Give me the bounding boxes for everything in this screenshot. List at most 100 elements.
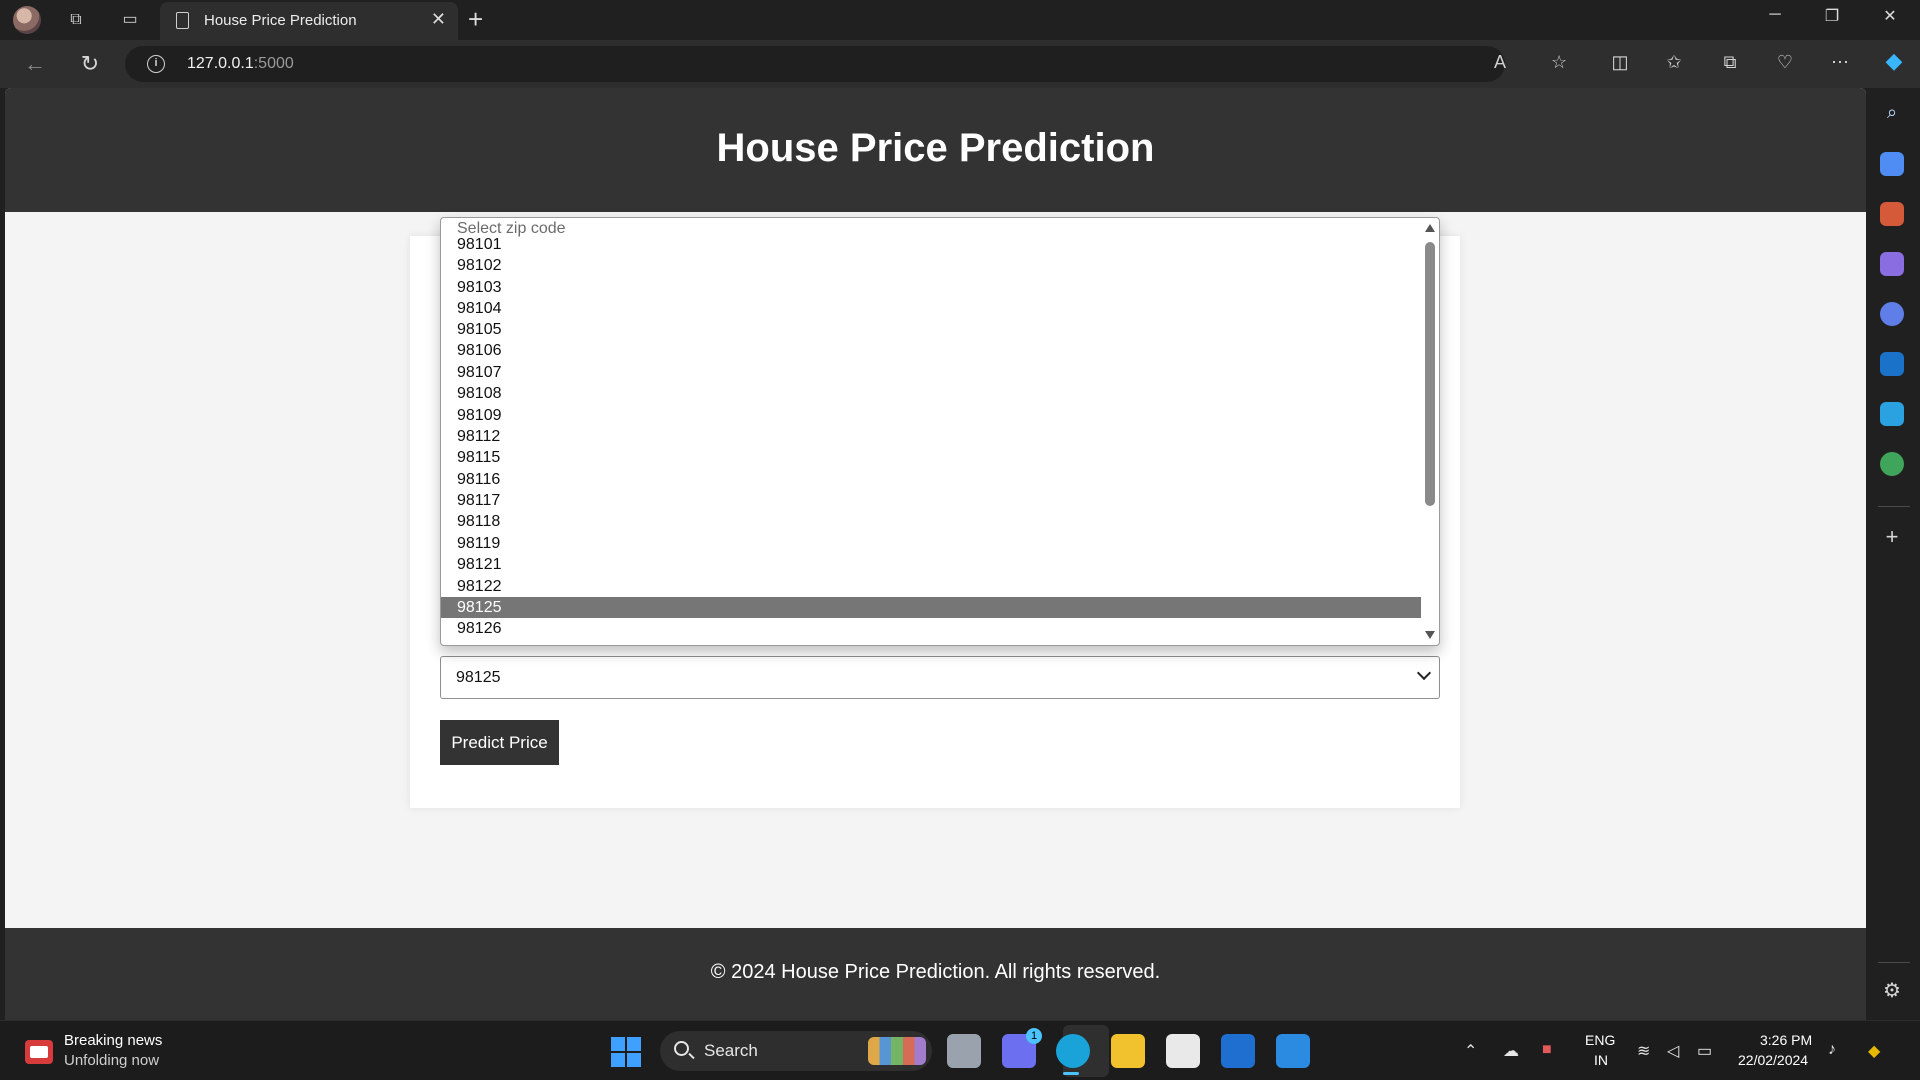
volume-icon[interactable]: ◁ xyxy=(1667,1041,1679,1061)
tree-icon[interactable] xyxy=(1880,452,1904,476)
browser-title-bar: ⧉ ▭ House Price Prediction ✕ + ─ ❐ ✕ xyxy=(0,0,1920,40)
search-icon[interactable]: ⌕ xyxy=(1880,102,1904,126)
address-url: 127.0.0.1:5000 xyxy=(187,55,294,72)
tab-close-icon[interactable]: ✕ xyxy=(431,9,446,30)
favorite-star-icon[interactable]: ☆ xyxy=(1551,52,1567,73)
news-widget-icon[interactable] xyxy=(25,1040,53,1064)
zip-option[interactable]: 98101 xyxy=(441,234,1421,255)
collections-icon[interactable]: ⧉ xyxy=(1716,52,1744,73)
games-icon[interactable] xyxy=(1880,252,1904,276)
chevron-down-icon xyxy=(1416,665,1432,681)
zip-option[interactable]: 98107 xyxy=(441,362,1421,383)
outlook-icon[interactable] xyxy=(1880,352,1904,376)
zip-option[interactable]: 98112 xyxy=(441,426,1421,447)
minimize-button[interactable]: ─ xyxy=(1755,6,1795,24)
tab-house-price-prediction[interactable]: House Price Prediction ✕ xyxy=(160,2,458,40)
zip-option[interactable]: 98116 xyxy=(441,469,1421,490)
sidebar-divider-bottom xyxy=(1878,962,1910,963)
search-highlight-illustration xyxy=(868,1037,926,1065)
myhp-icon[interactable] xyxy=(1221,1034,1255,1068)
zip-option[interactable]: 98109 xyxy=(441,405,1421,426)
app-tray-icon[interactable]: ■ xyxy=(1542,1041,1552,1059)
new-tab-button[interactable]: + xyxy=(468,4,483,35)
site-info-icon[interactable]: i xyxy=(147,55,165,73)
chat-badge: 1 xyxy=(1026,1028,1042,1044)
workspaces-icon[interactable]: ⧉ xyxy=(64,8,88,32)
vscode-icon[interactable] xyxy=(1276,1034,1310,1068)
wifi-icon[interactable]: ≋ xyxy=(1637,1041,1650,1061)
zip-option[interactable]: 98106 xyxy=(441,340,1421,361)
zip-option[interactable]: 98105 xyxy=(441,319,1421,340)
copilot-taskbar-icon[interactable]: ◆ xyxy=(1868,1041,1880,1061)
active-app-indicator xyxy=(1063,1072,1079,1075)
onedrive-icon[interactable]: ☁ xyxy=(1503,1041,1519,1061)
predict-price-button[interactable]: Predict Price xyxy=(440,720,559,765)
zip-option[interactable]: 98108 xyxy=(441,383,1421,404)
clock-date[interactable]: 22/02/2024 xyxy=(1738,1052,1808,1068)
zip-option[interactable]: 98103 xyxy=(441,277,1421,298)
news-widget-title[interactable]: Breaking news xyxy=(64,1032,162,1049)
tab-title: House Price Prediction xyxy=(204,12,357,29)
zip-option[interactable]: 98122 xyxy=(441,576,1421,597)
more-menu-icon[interactable]: ⋯ xyxy=(1826,52,1854,73)
zip-option[interactable]: 98119 xyxy=(441,533,1421,554)
taskbar-search-label: Search xyxy=(704,1041,758,1060)
windows-taskbar: Breaking news Unfolding now Search 1 ⌃ ☁… xyxy=(0,1020,1920,1080)
close-window-button[interactable]: ✕ xyxy=(1870,6,1910,26)
zip-code-dropdown-list[interactable]: Select zip code 98101 98102 98103 98104 … xyxy=(440,217,1440,646)
zip-option-highlighted[interactable]: 98125 xyxy=(441,597,1421,618)
profile-avatar[interactable] xyxy=(13,6,41,34)
sidebar-divider xyxy=(1878,506,1910,507)
zip-select-value: 98125 xyxy=(456,669,501,686)
back-arrow-icon[interactable]: ← xyxy=(21,50,49,78)
zip-option[interactable]: 98104 xyxy=(441,298,1421,319)
page-title: House Price Prediction xyxy=(716,126,1155,170)
show-hidden-icons-chevron-icon[interactable]: ⌃ xyxy=(1464,1041,1477,1061)
scroll-down-arrow-icon[interactable] xyxy=(1425,631,1435,639)
zip-option[interactable]: 98121 xyxy=(441,554,1421,575)
zip-option[interactable]: 98117 xyxy=(441,490,1421,511)
region-indicator[interactable]: IN xyxy=(1594,1052,1608,1068)
dropdown-scrollbar-thumb[interactable] xyxy=(1425,242,1435,506)
scroll-up-arrow-icon[interactable] xyxy=(1425,224,1435,232)
address-bar[interactable]: i 127.0.0.1:5000 A ☆ xyxy=(125,46,1567,82)
zip-option[interactable]: 98115 xyxy=(441,447,1421,468)
file-explorer-icon[interactable] xyxy=(1111,1034,1145,1068)
copilot-icon[interactable]: ◆ xyxy=(1880,48,1908,74)
edge-browser-icon[interactable] xyxy=(1056,1034,1090,1068)
microsoft-store-icon[interactable] xyxy=(1166,1034,1200,1068)
shopping-tag-icon[interactable] xyxy=(1880,152,1904,176)
vertical-tabs-icon[interactable]: ▭ xyxy=(118,8,142,32)
start-windows-icon[interactable] xyxy=(611,1037,641,1067)
zip-option[interactable]: 98118 xyxy=(441,511,1421,532)
zip-option[interactable]: 98126 xyxy=(441,618,1421,639)
browser-toolbar: ← ↻ i 127.0.0.1:5000 A ☆ ◫ ✩ ⧉ ♡ ⋯ ◆ xyxy=(0,40,1920,88)
edge-sidebar: ⌕ + ⚙ xyxy=(1866,88,1920,1020)
zip-option[interactable]: 98102 xyxy=(441,255,1421,276)
split-screen-icon[interactable]: ◫ xyxy=(1606,52,1634,73)
add-sidebar-app-icon[interactable]: + xyxy=(1880,526,1904,550)
notification-bell-icon[interactable]: ♪ xyxy=(1828,1041,1836,1059)
page-header: House Price Prediction xyxy=(5,88,1866,212)
read-aloud-icon[interactable]: A xyxy=(1494,52,1506,73)
page-viewport: House Price Prediction 98125 Predict Pri… xyxy=(5,88,1866,1020)
teams-chat-icon[interactable]: 1 xyxy=(1002,1028,1042,1068)
settings-gear-icon[interactable]: ⚙ xyxy=(1880,978,1904,1002)
task-view-icon[interactable] xyxy=(947,1034,981,1068)
news-widget-subtitle[interactable]: Unfolding now xyxy=(64,1052,159,1069)
zip-code-select[interactable]: 98125 xyxy=(440,656,1440,699)
page-footer: © 2024 House Price Prediction. All right… xyxy=(5,928,1866,1020)
page-document-icon xyxy=(176,12,189,29)
favorites-icon[interactable]: ✩ xyxy=(1660,52,1688,73)
browser-essentials-icon[interactable]: ♡ xyxy=(1771,52,1799,73)
language-indicator[interactable]: ENG xyxy=(1585,1032,1615,1048)
tools-briefcase-icon[interactable] xyxy=(1880,202,1904,226)
restore-button[interactable]: ❐ xyxy=(1812,6,1852,26)
taskbar-search-box[interactable]: Search xyxy=(660,1031,932,1071)
send-icon[interactable] xyxy=(1880,402,1904,426)
battery-icon[interactable]: ▭ xyxy=(1697,1041,1712,1061)
clock-time[interactable]: 3:26 PM xyxy=(1760,1032,1812,1048)
refresh-icon[interactable]: ↻ xyxy=(76,50,104,78)
footer-copyright: © 2024 House Price Prediction. All right… xyxy=(710,961,1161,983)
microsoft-365-icon[interactable] xyxy=(1880,302,1904,326)
